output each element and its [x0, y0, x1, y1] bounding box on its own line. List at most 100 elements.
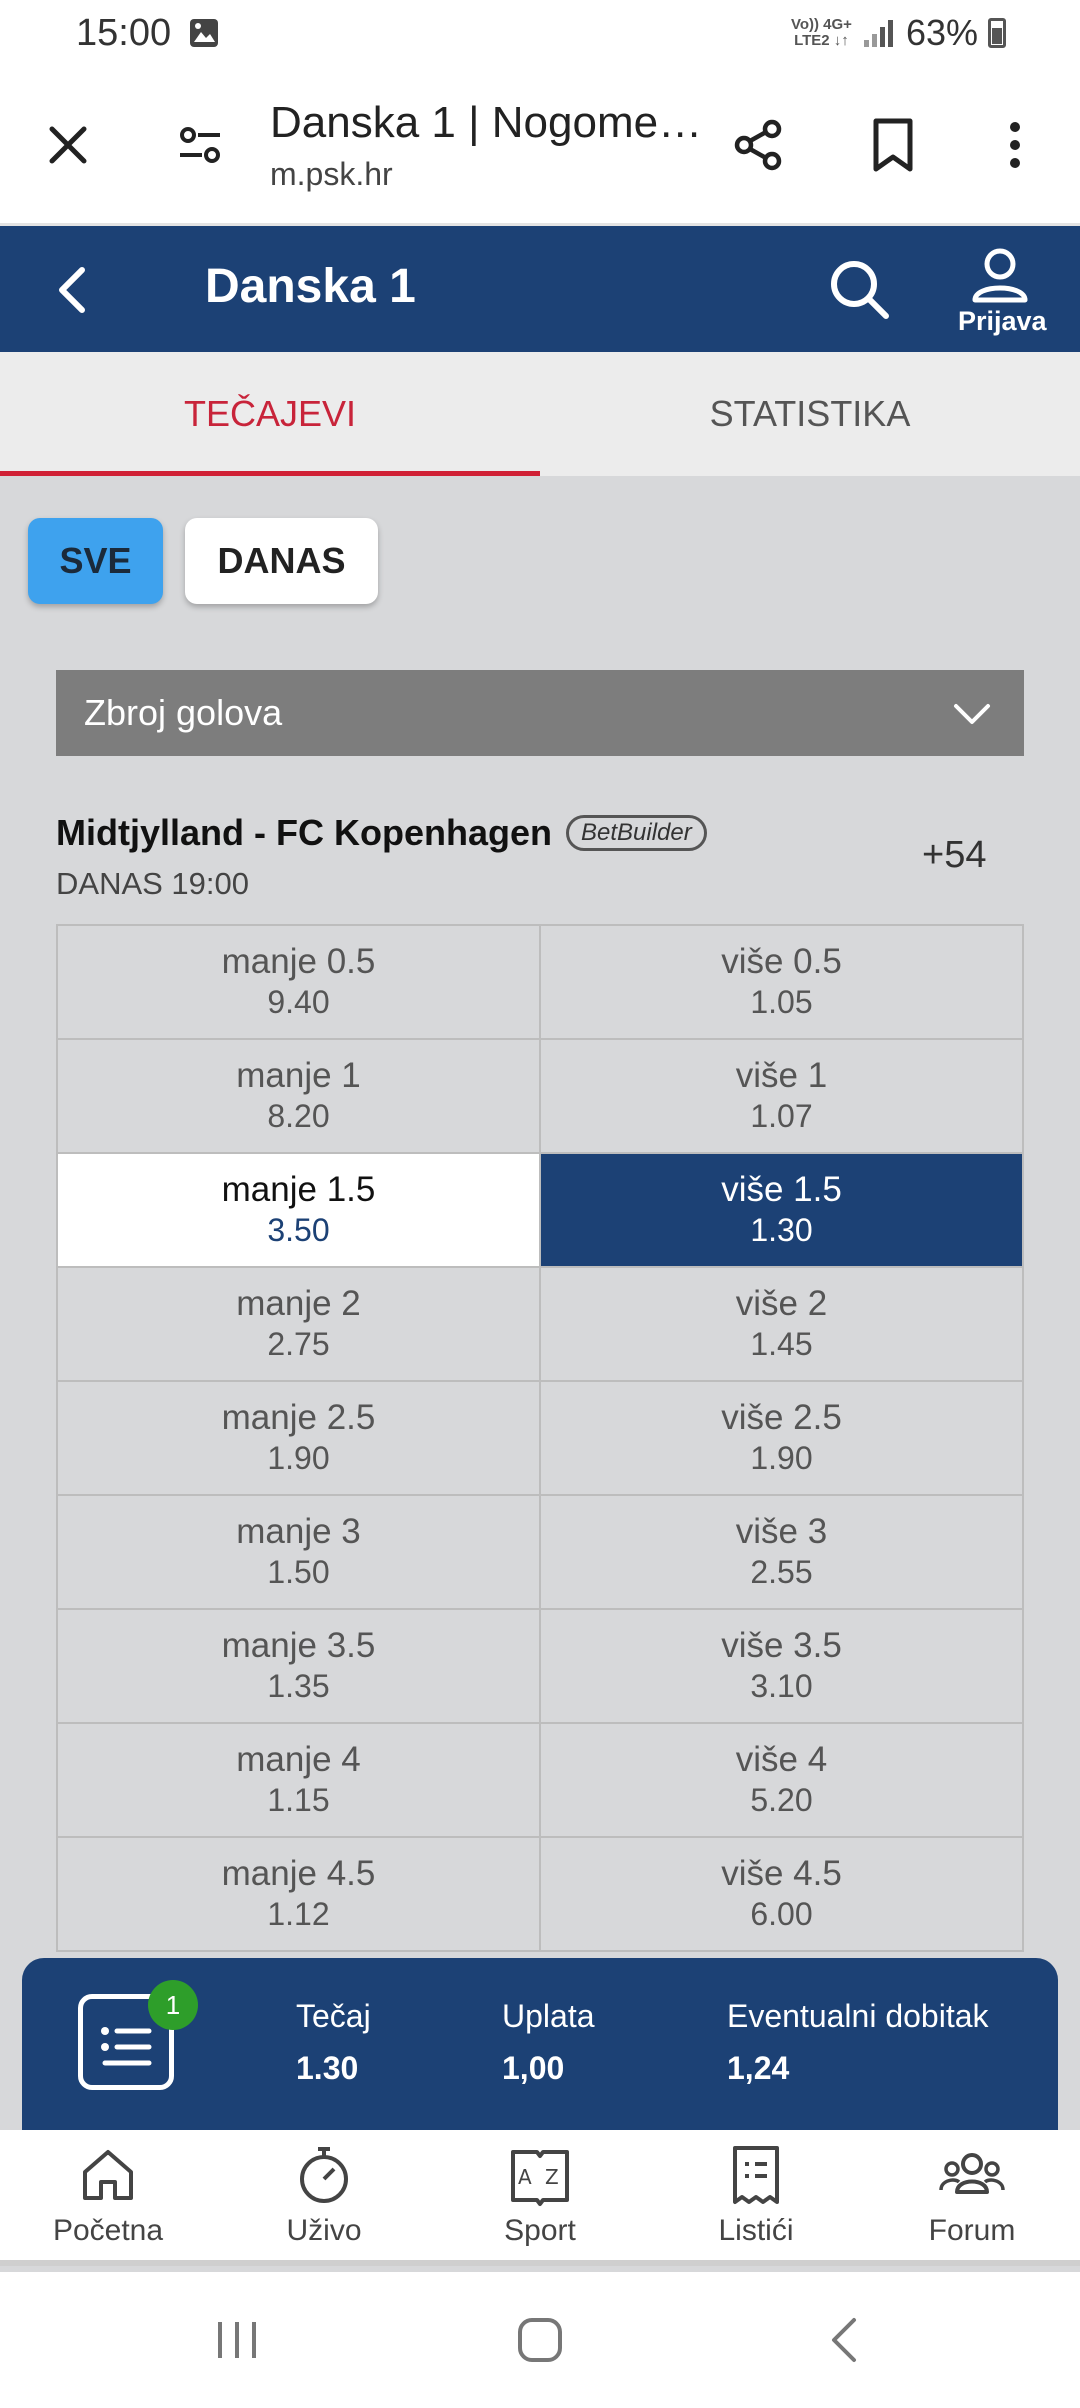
more-markets-count[interactable]: +54	[922, 834, 986, 877]
over-odds-cell[interactable]: više 0.5 1.05	[541, 926, 1024, 1040]
slip-stake-label: Uplata	[502, 1998, 595, 2034]
status-time: 15:00	[76, 11, 172, 54]
under-odd-value: 2.75	[267, 1326, 330, 1362]
svg-text:A: A	[518, 2165, 532, 2189]
away-team: FC Kopenhagen	[276, 812, 552, 853]
over-odds-cell[interactable]: više 3.5 3.10	[541, 1610, 1024, 1724]
nav-label: Listići	[718, 2214, 794, 2247]
under-line-label: manje 1.5	[221, 1170, 376, 1209]
under-odd-value: 8.20	[267, 1098, 330, 1134]
back-nav-icon[interactable]	[826, 2316, 862, 2364]
over-line-label: više 4	[735, 1740, 828, 1779]
user-icon[interactable]	[970, 246, 1030, 304]
slip-win: Eventualni dobitak 1,24	[727, 1996, 989, 2088]
under-line-label: manje 2	[236, 1284, 361, 1323]
odds-row: manje 2 2.75 više 2 1.45	[58, 1268, 1024, 1382]
odds-row: manje 4.5 1.12 više 4.5 6.00	[58, 1838, 1024, 1952]
under-odds-cell[interactable]: manje 3.5 1.35	[58, 1610, 541, 1724]
tab-tecajevi[interactable]: TEČAJEVI	[0, 352, 540, 476]
login-label[interactable]: Prijava	[958, 306, 1047, 337]
under-odds-cell[interactable]: manje 2.5 1.90	[58, 1382, 541, 1496]
over-odds-cell[interactable]: više 4 5.20	[541, 1724, 1024, 1838]
slip-win-value: 1,24	[727, 2050, 790, 2086]
tab-statistika[interactable]: STATISTIKA	[540, 352, 1080, 476]
over-line-label: više 4.5	[721, 1854, 842, 1893]
status-right: Vo)) 4G+ LTE2 ↓↑ 63%	[791, 12, 1006, 54]
battery-icon	[988, 18, 1006, 48]
search-icon[interactable]	[826, 256, 892, 322]
slip-odds-label: Tečaj	[296, 1998, 371, 2034]
under-odds-cell[interactable]: manje 1.5 3.50	[58, 1154, 541, 1268]
under-odds-cell[interactable]: manje 2 2.75	[58, 1268, 541, 1382]
over-line-label: više 1.5	[721, 1170, 842, 1209]
under-line-label: manje 3.5	[221, 1626, 376, 1665]
share-button[interactable]	[730, 117, 786, 173]
under-odds-cell[interactable]: manje 4.5 1.12	[58, 1838, 541, 1952]
under-odd-value: 1.35	[267, 1668, 330, 1704]
bookmark-button[interactable]	[868, 117, 918, 173]
filter-all-button[interactable]: SVE	[28, 518, 163, 604]
over-odd-value: 6.00	[750, 1896, 813, 1932]
system-nav-bar	[0, 2272, 1080, 2408]
nav-item-pocetna[interactable]: Početna	[0, 2130, 216, 2260]
over-odd-value: 1.45	[750, 1326, 813, 1362]
nav-item-listici[interactable]: Listići	[648, 2130, 864, 2260]
browser-toolbar: Danska 1 | Nogome… m.psk.hr	[0, 66, 1080, 226]
nav-item-sport[interactable]: AZ Sport	[432, 2130, 648, 2260]
odds-row: manje 1.5 3.50 više 1.5 1.30	[58, 1154, 1024, 1268]
market-dropdown[interactable]: Zbroj golova	[56, 670, 1024, 756]
status-left: 15:00	[76, 12, 221, 55]
under-odds-cell[interactable]: manje 0.5 9.40	[58, 926, 541, 1040]
close-tab-button[interactable]	[44, 121, 92, 169]
under-odd-value: 9.40	[267, 984, 330, 1020]
slip-stake: Uplata 1,00	[502, 1996, 595, 2088]
over-odds-cell[interactable]: više 1 1.07	[541, 1040, 1024, 1154]
users-icon	[939, 2153, 1005, 2194]
odds-row: manje 2.5 1.90 više 2.5 1.90	[58, 1382, 1024, 1496]
tabs: TEČAJEVI STATISTIKA	[0, 352, 1080, 476]
more-menu-button[interactable]	[1000, 117, 1030, 173]
filter-today-button[interactable]: DANAS	[185, 518, 378, 604]
bet-slip-bar[interactable]: 1 Tečaj 1.30 Uplata 1,00 Eventualni dobi…	[22, 1958, 1058, 2130]
az-book-icon: AZ	[511, 2150, 569, 2206]
over-odds-cell[interactable]: više 2 1.45	[541, 1268, 1024, 1382]
page-title[interactable]: Danska 1 | Nogome…	[270, 98, 702, 148]
nav-item-uzivo[interactable]: Uživo	[216, 2130, 432, 2260]
odds-row: manje 4 1.15 više 4 5.20	[58, 1724, 1024, 1838]
over-odd-value: 3.10	[750, 1668, 813, 1704]
nav-label: Uživo	[286, 2214, 362, 2247]
bookmark-icon	[873, 118, 913, 171]
recent-apps-icon[interactable]	[214, 2318, 260, 2362]
over-odds-cell[interactable]: više 4.5 6.00	[541, 1838, 1024, 1952]
signal-icon	[863, 20, 893, 47]
odds-grid: manje 0.5 9.40 više 0.5 1.05 manje 1 8.20 više…	[56, 924, 1024, 1952]
over-odds-cell[interactable]: više 1.5 1.30	[541, 1154, 1024, 1268]
match-time: DANAS 19:00	[56, 866, 249, 901]
under-odd-value: 1.12	[267, 1896, 330, 1932]
over-odds-cell[interactable]: više 3 2.55	[541, 1496, 1024, 1610]
network-indicator: Vo)) 4G+ LTE2 ↓↑	[791, 17, 852, 49]
page-host[interactable]: m.psk.hr	[270, 156, 393, 193]
home-button-icon[interactable]	[516, 2316, 564, 2364]
under-line-label: manje 0.5	[221, 942, 376, 981]
back-arrow-icon[interactable]	[52, 264, 92, 316]
over-line-label: više 3	[735, 1512, 828, 1551]
home-icon	[83, 2150, 133, 2200]
nav-label: Sport	[504, 2214, 576, 2247]
over-odd-value: 1.30	[750, 1212, 813, 1248]
site-settings-button[interactable]	[176, 121, 224, 169]
under-odds-cell[interactable]: manje 4 1.15	[58, 1724, 541, 1838]
under-odd-value: 1.15	[267, 1782, 330, 1818]
under-line-label: manje 1	[236, 1056, 361, 1095]
under-line-label: manje 4	[236, 1740, 361, 1779]
under-line-label: manje 3	[236, 1512, 361, 1551]
more-vert-icon	[1010, 121, 1020, 168]
under-line-label: manje 4.5	[221, 1854, 376, 1893]
under-odds-cell[interactable]: manje 3 1.50	[58, 1496, 541, 1610]
nav-item-forum[interactable]: Forum	[864, 2130, 1080, 2260]
under-odds-cell[interactable]: manje 1 8.20	[58, 1040, 541, 1154]
match-title[interactable]: Midtjylland - FC Kopenhagen BetBuilder	[56, 812, 707, 854]
under-odd-value: 1.50	[267, 1554, 330, 1590]
over-odds-cell[interactable]: više 2.5 1.90	[541, 1382, 1024, 1496]
battery-percent: 63%	[905, 12, 978, 53]
